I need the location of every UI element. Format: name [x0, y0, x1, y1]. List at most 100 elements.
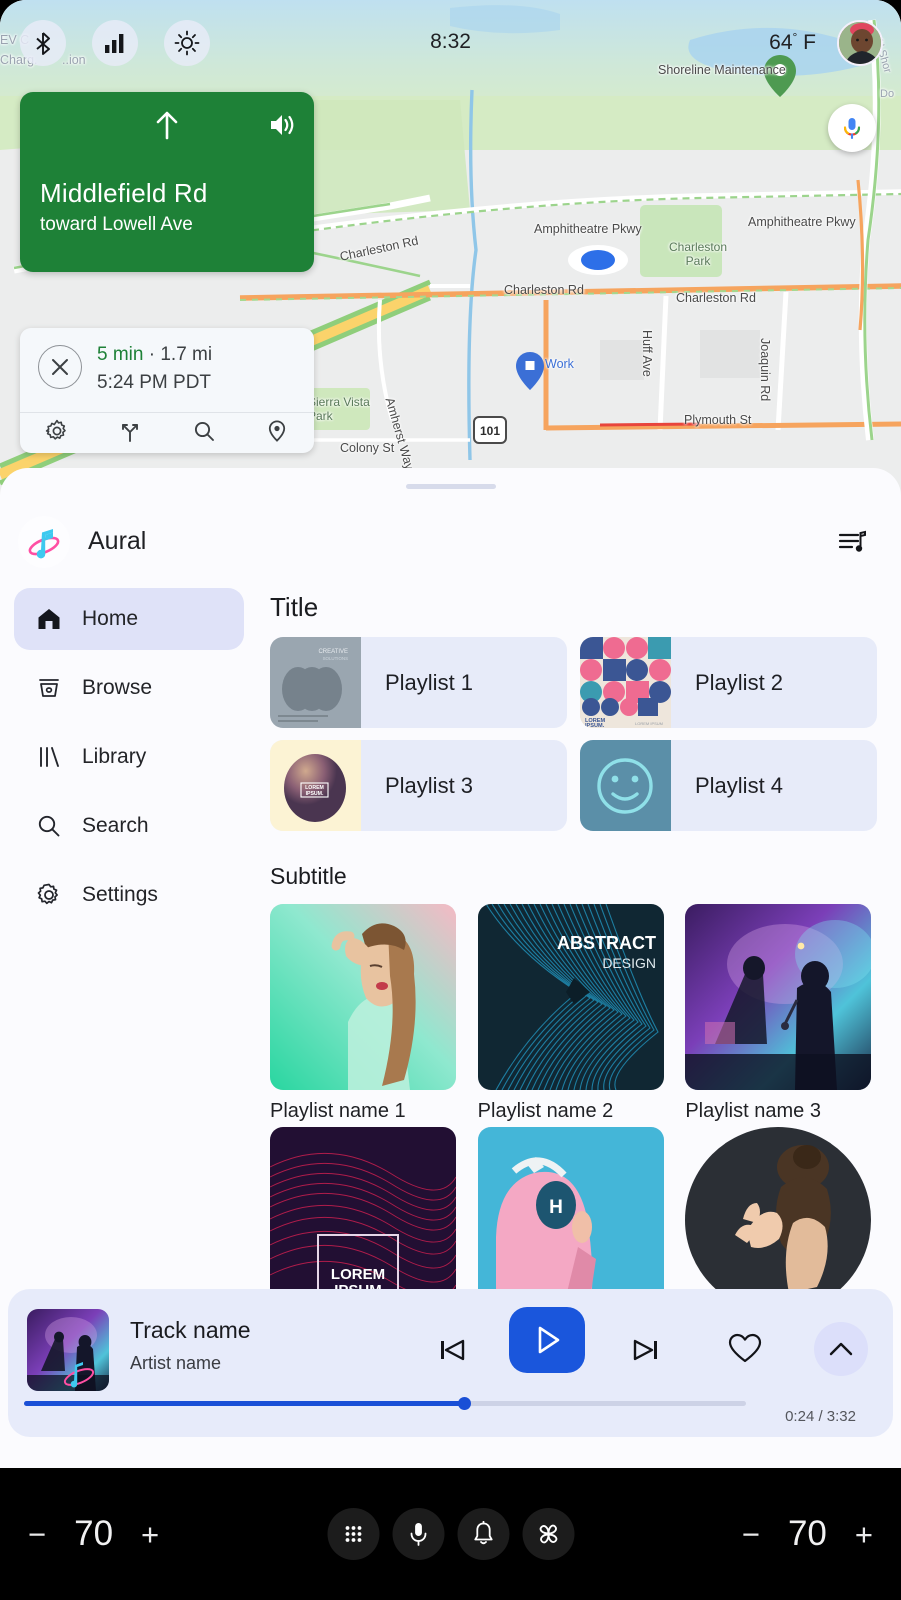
temp-unit: F: [803, 31, 816, 54]
playlist-card[interactable]: LOREM IPSUM. LOREM IPSUM Playlist 2: [580, 637, 877, 728]
panel-drag-handle[interactable]: [405, 484, 496, 489]
sidebar-item-home[interactable]: Home: [14, 588, 244, 650]
car-screen: 101 EV C Charg. ..ion Shoreline Maintena…: [0, 0, 901, 1600]
system-bar: − 70 + − 70 +: [0, 1468, 901, 1600]
sidebar-label: Library: [82, 745, 147, 768]
search-icon[interactable]: [192, 419, 216, 448]
settings-icon[interactable]: [45, 419, 69, 448]
album-cell[interactable]: Playlist name 3: [685, 904, 877, 1123]
heart-icon: [728, 1333, 762, 1363]
location-pin-icon[interactable]: [265, 419, 289, 448]
track-name: Track name: [130, 1317, 251, 1343]
app-title: Aural: [88, 527, 147, 555]
section-subtitle: Subtitle: [270, 863, 347, 889]
geometric-pattern-art: LOREM IPSUM. LOREM IPSUM: [580, 637, 671, 728]
svg-text:LOREM: LOREM: [331, 1266, 385, 1283]
album-label: Playlist name 1: [270, 1100, 406, 1122]
playlist-thumbnail: LOREM IPSUM.: [270, 740, 361, 831]
magnifier-glyph: [194, 421, 214, 441]
svg-text:H: H: [549, 1197, 563, 1218]
progress-bar-track[interactable]: [24, 1397, 746, 1410]
eta-duration-distance: 5 min · 1.7 mi: [97, 344, 212, 366]
navigation-instruction-card[interactable]: Middlefield Rd toward Lowell Ave: [20, 92, 314, 272]
avatar[interactable]: [837, 20, 883, 66]
home-glyph: [38, 609, 60, 629]
album-cell[interactable]: Playlist name 1: [270, 904, 462, 1123]
degree-symbol: °: [792, 30, 798, 44]
notification-bell-icon[interactable]: [457, 1508, 509, 1560]
playlist-grid: CREATIVE SOLUTIONS Playlist 1 LOREM IPSU…: [258, 637, 901, 831]
artist-name: Artist name: [130, 1353, 222, 1373]
playlist-card[interactable]: LOREM IPSUM. Playlist 3: [270, 740, 567, 831]
nav-street-name: Middlefield Rd: [40, 178, 208, 208]
playlist-label: Playlist 2: [695, 669, 784, 695]
sidebar-label: Search: [82, 814, 149, 837]
volume-up-button[interactable]: +: [141, 1519, 159, 1550]
expand-player-button[interactable]: [814, 1322, 868, 1376]
volume-down-button[interactable]: −: [742, 1519, 760, 1550]
album-label: Playlist name 2: [477, 1100, 614, 1122]
album-art: LOREM IPSUM: [270, 1127, 456, 1313]
svg-text:CREATIVE: CREATIVE: [318, 649, 348, 655]
album-art: [685, 904, 872, 1090]
svg-text:IPSUM.: IPSUM.: [585, 723, 605, 728]
sidebar-item-browse[interactable]: Browse: [14, 657, 244, 719]
browse-icon: [32, 673, 66, 703]
close-x-glyph: [52, 359, 68, 375]
concert-stage-purple-art: [685, 904, 872, 1090]
speaker-icon[interactable]: [268, 112, 296, 143]
system-shortcuts: [327, 1508, 574, 1560]
climate-fan-icon[interactable]: [522, 1508, 574, 1560]
gear-glyph: [45, 419, 66, 440]
next-track-button[interactable]: [627, 1331, 665, 1369]
sidebar-item-library[interactable]: Library: [14, 726, 244, 788]
sidebar-item-search[interactable]: Search: [14, 795, 244, 857]
apps-grid-icon[interactable]: [327, 1508, 379, 1560]
smiley-teal-art: [580, 740, 671, 831]
playlist-label: Playlist 3: [385, 772, 474, 798]
eta-card[interactable]: 5 min · 1.7 mi 5:24 PM PDT: [20, 328, 314, 453]
grid-dots-glyph: [345, 1526, 361, 1542]
gear-glyph: [37, 883, 58, 905]
eta-action-row: [20, 412, 314, 453]
album-art: ABSTRACT DESIGN: [477, 904, 664, 1090]
play-icon: [538, 1326, 560, 1354]
mic-glyph: [410, 1523, 426, 1546]
sidebar-label: Browse: [82, 676, 153, 699]
favorite-button[interactable]: [725, 1329, 765, 1369]
library-glyph: [40, 747, 59, 767]
aural-music-note-logo: [18, 516, 70, 568]
svg-text:ABSTRACT: ABSTRACT: [557, 933, 656, 953]
album-grid: Playlist name 1 ABSTRACT DESIGN Playlist…: [258, 904, 901, 1323]
play-button[interactable]: [509, 1307, 585, 1373]
eta-arrival-time: 5:24 PM PDT: [97, 372, 212, 393]
assistant-mic-button[interactable]: [828, 104, 876, 152]
playlist-thumbnail: [580, 740, 671, 831]
now-playing-artwork[interactable]: [27, 1309, 109, 1391]
fork-route-glyph: [122, 423, 139, 442]
playlist-card[interactable]: CREATIVE SOLUTIONS Playlist 1: [270, 637, 567, 728]
library-icon: [32, 742, 66, 772]
previous-track-button[interactable]: [433, 1331, 471, 1369]
sidebar-label: Home: [82, 607, 139, 630]
app-header: Aural: [0, 516, 901, 576]
microphone-icon[interactable]: [392, 1508, 444, 1560]
svg-text:LOREM IPSUM: LOREM IPSUM: [635, 721, 663, 726]
album-cell[interactable]: ABSTRACT DESIGN Playlist name 2: [477, 904, 670, 1123]
close-icon[interactable]: [38, 345, 82, 389]
clock: 8:32: [430, 30, 471, 53]
fan-glyph: [539, 1524, 557, 1544]
sidebar-label: Settings: [82, 883, 158, 906]
previous-icon: [441, 1339, 465, 1361]
lorem-ipsum-cream-art: LOREM IPSUM.: [270, 740, 361, 831]
playlist-card[interactable]: Playlist 4: [580, 740, 877, 831]
volume-up-button[interactable]: +: [855, 1519, 873, 1550]
map-area[interactable]: 101 EV C Charg. ..ion Shoreline Maintena…: [0, 0, 901, 500]
woman-mint-gradient-art: [270, 904, 456, 1090]
queue-list-icon[interactable]: [835, 526, 869, 558]
volume-down-button[interactable]: −: [28, 1519, 46, 1550]
route-alternatives-icon[interactable]: [118, 419, 142, 448]
playback-time: 0:24 / 3:32: [785, 1408, 856, 1425]
sidebar-item-settings[interactable]: Settings: [14, 864, 244, 926]
playlist-thumbnail: LOREM IPSUM. LOREM IPSUM: [580, 637, 671, 728]
